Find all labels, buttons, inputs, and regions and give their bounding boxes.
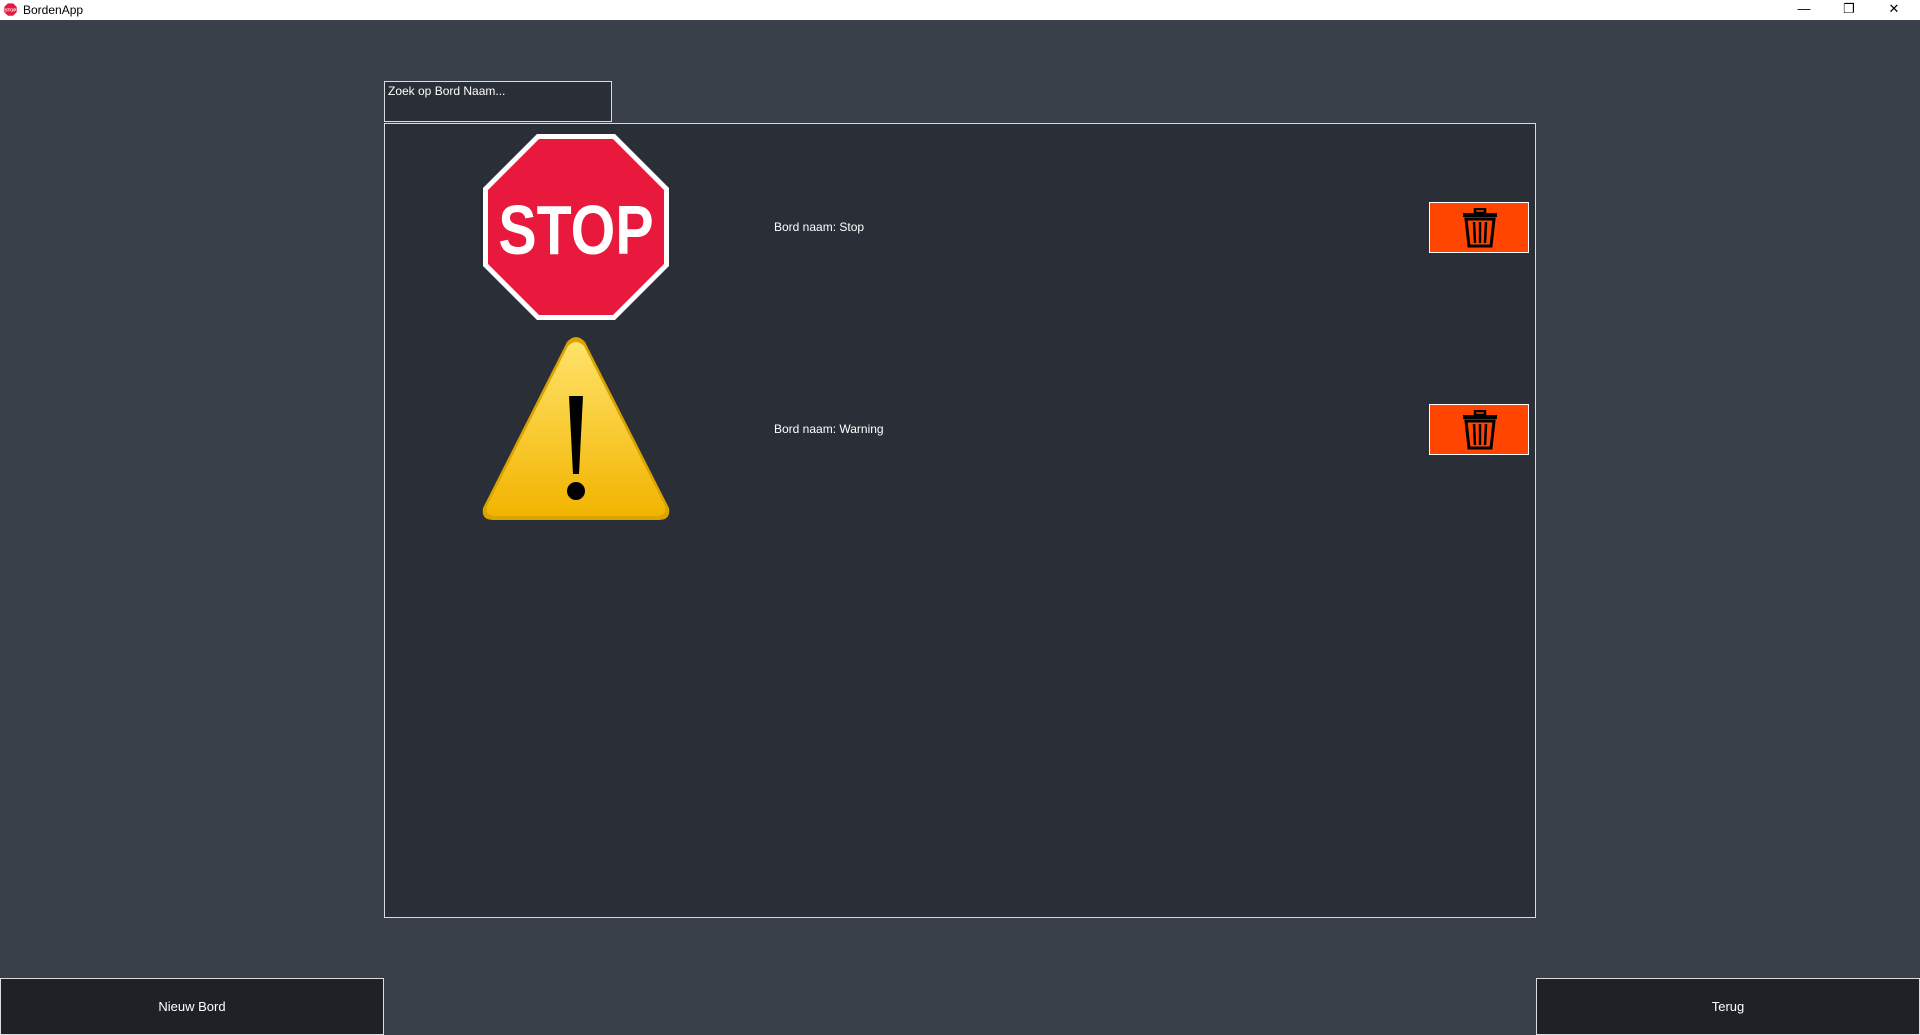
delete-button[interactable] <box>1429 202 1529 253</box>
search-input[interactable]: Zoek op Bord Naam... <box>384 81 612 122</box>
warning-sign-icon <box>482 337 670 520</box>
stop-sign-icon: STOP <box>3 2 18 17</box>
svg-text:STOP: STOP <box>5 7 17 12</box>
delete-button[interactable] <box>1429 404 1529 455</box>
stop-sign-icon: STOP <box>483 134 669 320</box>
minimize-button[interactable]: — <box>1781 0 1827 20</box>
sign-list: STOP Bord naam: Stop Bord naam: Warning <box>384 123 1536 918</box>
trash-icon <box>1463 208 1497 248</box>
title-bar: STOP BordenApp — ❐ ✕ <box>0 0 1920 20</box>
window-title: BordenApp <box>23 3 84 17</box>
back-button[interactable]: Terug <box>1536 978 1920 1035</box>
new-board-button[interactable]: Nieuw Bord <box>0 978 384 1035</box>
maximize-button[interactable]: ❐ <box>1826 0 1872 20</box>
svg-text:STOP: STOP <box>498 191 653 270</box>
trash-icon <box>1463 410 1497 450</box>
list-item: Bord naam: Warning <box>385 334 1535 534</box>
sign-name-label: Bord naam: Warning <box>774 422 884 436</box>
list-item: STOP Bord naam: Stop <box>385 132 1535 332</box>
close-button[interactable]: ✕ <box>1871 0 1917 20</box>
sign-name-label: Bord naam: Stop <box>774 220 865 234</box>
